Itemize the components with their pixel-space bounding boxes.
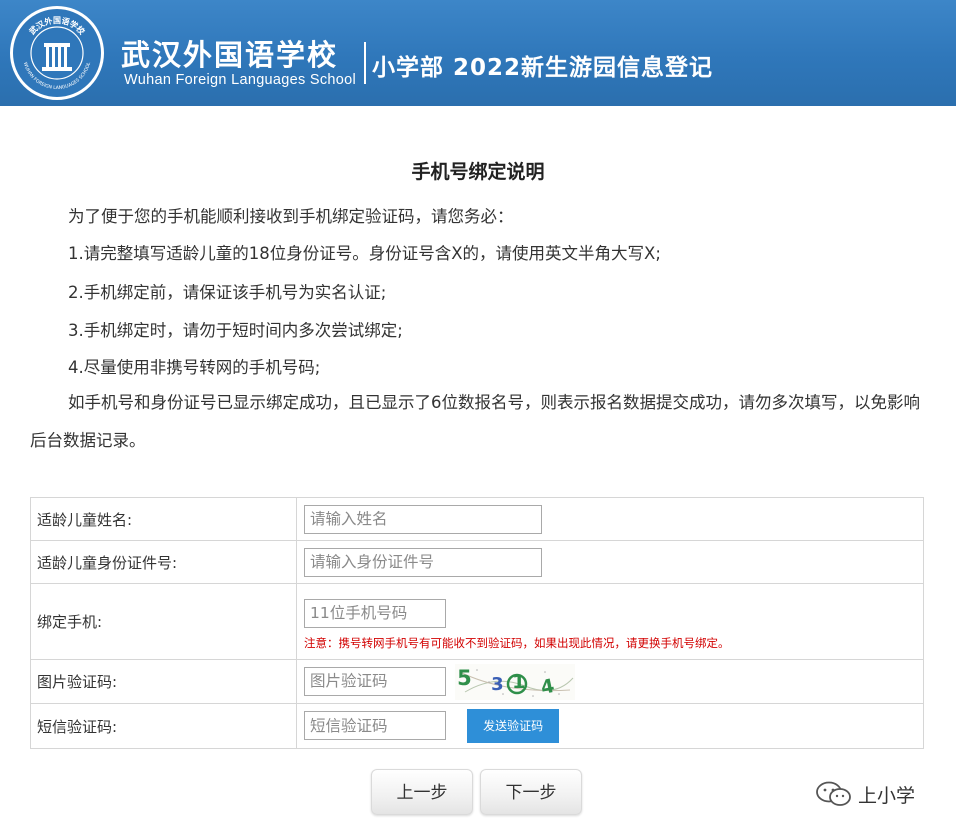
school-name-en: Wuhan Foreign Languages School (124, 72, 357, 88)
wechat-icon (814, 780, 854, 808)
notice-title: 手机号绑定说明 (411, 161, 545, 183)
form-row-image-code: 图片验证码: 5 3 1 4 (30, 659, 924, 704)
captcha-char-1: 5 (457, 665, 472, 690)
form-row-sms-code: 短信验证码: 发送验证码 (30, 703, 924, 749)
previous-step-button[interactable]: 上一步 (371, 769, 473, 815)
form-row-child-id: 适龄儿童身份证件号: (30, 540, 924, 584)
send-sms-code-button[interactable]: 发送验证码 (467, 709, 560, 743)
notice-item-3: 3.手机绑定时，请勿于短时间内多次尝试绑定; (68, 321, 403, 340)
phone-label: 绑定手机: (30, 583, 297, 660)
form-row-child-name: 适龄儿童姓名: (30, 497, 924, 541)
image-code-label: 图片验证码: (30, 659, 297, 704)
next-step-button[interactable]: 下一步 (480, 769, 582, 815)
banner-divider (364, 42, 366, 84)
captcha-char-3: 1 (512, 670, 526, 693)
notice-item-4: 4.尽量使用非携号转网的手机号码; (68, 358, 321, 377)
wechat-watermark: 上小学 (814, 779, 915, 809)
school-logo: 武汉外国语学校 WUHAN FOREIGN LANGUAGES SCHOOL (10, 6, 104, 100)
notice-intro: 为了便于您的手机能顺利接收到手机绑定验证码，请您务必： (68, 207, 514, 226)
captcha-char-2: 3 (491, 673, 504, 695)
child-name-input[interactable] (304, 504, 542, 534)
school-seal-icon: 武汉外国语学校 WUHAN FOREIGN LANGUAGES SCHOOL (22, 15, 92, 91)
svg-text:武汉外国语学校: 武汉外国语学校 (27, 15, 88, 37)
captcha-image[interactable]: 5 3 1 4 (455, 663, 576, 700)
registration-form: 适龄儿童姓名: 适龄儿童身份证件号: 绑定手机: 注意：携号转网手机号有可能收不… (30, 497, 924, 749)
svg-text:WUHAN FOREIGN LANGUAGES SCHOOL: WUHAN FOREIGN LANGUAGES SCHOOL (22, 61, 92, 91)
notice-item-2: 2.手机绑定前，请保证该手机号为实名认证; (68, 283, 387, 302)
notice-item-1: 1.请完整填写适龄儿童的18位身份证号。身份证号含X的，请使用英文半角大写X; (68, 244, 661, 263)
phone-input[interactable] (304, 598, 446, 628)
page-title: 小学部 2022新生游园信息登记 (372, 55, 714, 81)
child-id-label: 适龄儿童身份证件号: (30, 540, 297, 584)
sms-code-input[interactable] (304, 711, 446, 740)
phone-warning: 注意：携号转网手机号有可能收不到验证码，如果出现此情况，请更换手机号绑定。 (304, 635, 730, 650)
form-row-phone: 绑定手机: 注意：携号转网手机号有可能收不到验证码，如果出现此情况，请更换手机号… (30, 583, 924, 660)
child-name-label: 适龄儿童姓名: (30, 497, 297, 541)
child-id-input[interactable] (304, 547, 542, 577)
header-banner: 武汉外国语学校 WUHAN FOREIGN LANGUAGES SCHOOL 武… (0, 0, 956, 106)
image-code-input[interactable] (304, 666, 446, 696)
sms-code-label: 短信验证码: (30, 703, 297, 749)
notice-closing: 如手机号和身份证号已显示绑定成功，且已显示了6位数报名号，则表示报名数据提交成功… (30, 393, 920, 450)
watermark-text: 上小学 (858, 784, 916, 807)
school-name-cn: 武汉外国语学校 (121, 38, 339, 72)
